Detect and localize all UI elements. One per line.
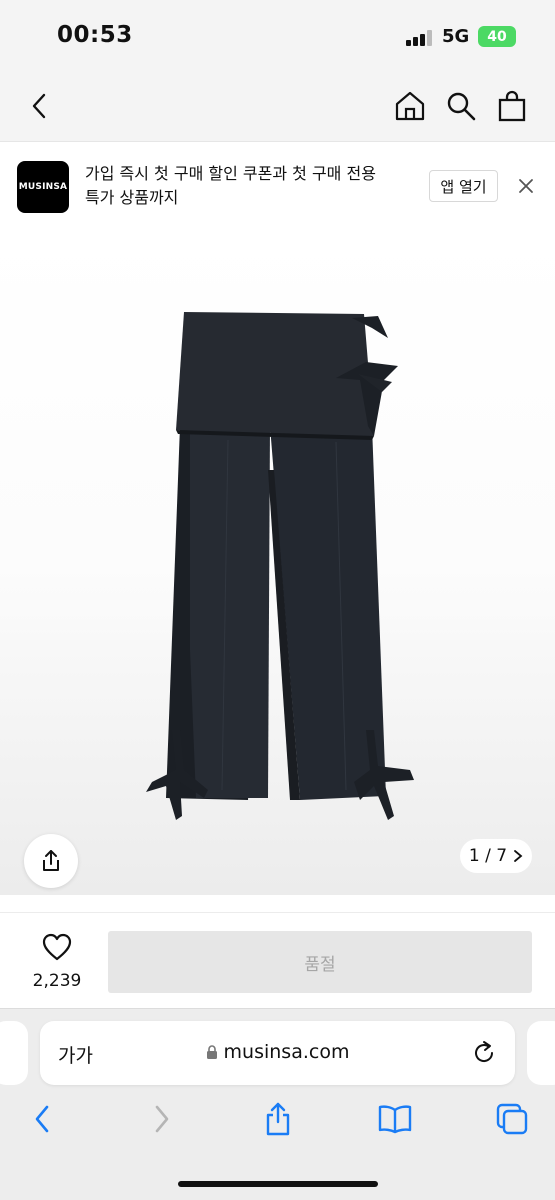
bookmarks-icon[interactable] <box>375 1099 415 1139</box>
product-image <box>146 312 414 820</box>
open-app-button[interactable]: 앱 열기 <box>429 170 498 202</box>
musinsa-logo: MUSINSA <box>17 161 69 213</box>
like-button[interactable]: 2,239 <box>28 933 86 991</box>
tabs-icon[interactable] <box>492 1099 532 1139</box>
banner-message-line2: 특가 상품까지 <box>85 188 179 207</box>
heart-icon <box>42 933 72 961</box>
reload-icon[interactable] <box>470 1039 498 1071</box>
url-display[interactable]: musinsa.com <box>40 1041 515 1063</box>
home-indicator <box>178 1181 378 1187</box>
share-sheet-icon[interactable] <box>258 1099 298 1139</box>
navigation-bar <box>0 72 555 142</box>
image-counter-text: 1 / 7 <box>468 846 508 866</box>
sold-out-button: 품절 <box>108 931 532 993</box>
battery-level: 40 <box>487 28 507 45</box>
browser-chrome: 가가 musinsa.com <box>0 1008 555 1200</box>
purchase-bar: 2,239 품절 <box>0 912 555 1008</box>
like-count: 2,239 <box>32 971 82 991</box>
share-icon <box>43 850 59 871</box>
close-icon[interactable] <box>514 174 538 202</box>
app-install-banner: MUSINSA 가입 즉시 첫 구매 할인 쿠폰과 첫 구매 전용 특가 상품까… <box>0 142 555 230</box>
banner-message-line1: 가입 즉시 첫 구매 할인 쿠폰과 첫 구매 전용 <box>85 164 376 183</box>
network-label: 5G <box>442 26 470 47</box>
banner-message: 가입 즉시 첫 구매 할인 쿠폰과 첫 구매 전용 특가 상품까지 <box>85 162 405 210</box>
share-button[interactable] <box>24 834 78 888</box>
back-arrow-icon[interactable] <box>22 1099 62 1139</box>
url-text: musinsa.com <box>223 1041 350 1063</box>
status-time: 00:53 <box>57 22 133 48</box>
next-tab-preview[interactable] <box>527 1021 555 1085</box>
status-bar: 00:53 5G 40 <box>0 0 555 72</box>
shopping-bag-icon[interactable] <box>494 88 530 124</box>
lock-icon <box>206 1045 217 1059</box>
address-bar[interactable]: 가가 musinsa.com <box>40 1021 515 1085</box>
home-icon[interactable] <box>392 88 428 124</box>
chevron-right-icon <box>514 850 523 862</box>
back-icon[interactable] <box>22 88 58 124</box>
image-counter[interactable]: 1 / 7 <box>460 839 532 873</box>
signal-icon <box>406 30 434 46</box>
battery-icon: 40 <box>478 26 516 47</box>
search-icon[interactable] <box>443 88 479 124</box>
product-image-gallery[interactable]: 1 / 7 <box>0 230 555 895</box>
forward-arrow-icon[interactable] <box>142 1099 182 1139</box>
previous-tab-preview[interactable] <box>0 1021 28 1085</box>
logo-text: MUSINSA <box>18 182 68 192</box>
